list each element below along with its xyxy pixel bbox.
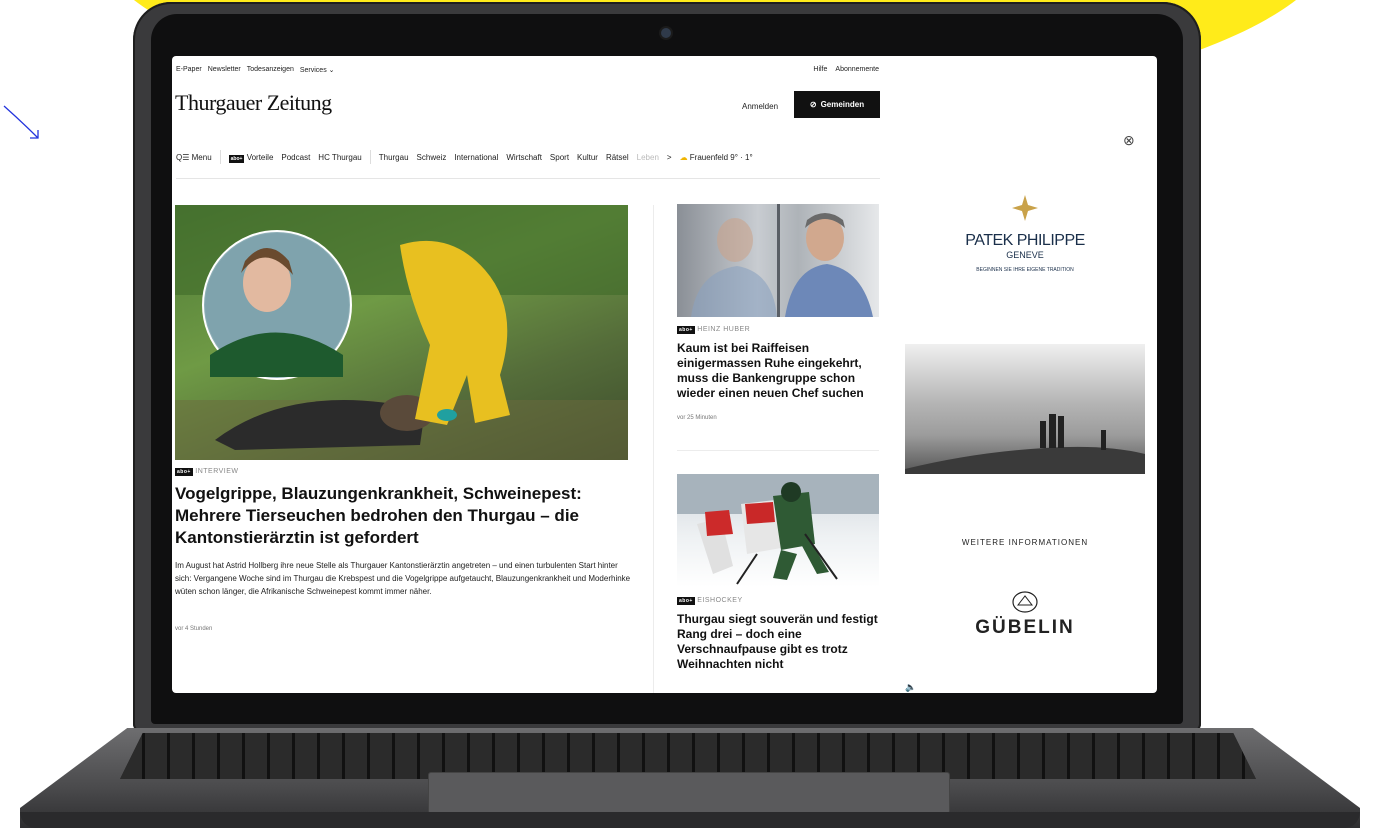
top-links: E-Paper Newsletter Todesanzeigen Service… [176, 66, 335, 74]
link-newsletter[interactable]: Newsletter [208, 66, 241, 74]
ad-brand-city: GENEVE [1006, 250, 1044, 260]
arrow-icon [3, 105, 39, 139]
hero-lead: Im August hat Astrid Hollberg ihre neue … [175, 561, 631, 596]
ad-retailer-name: GÜBELIN [975, 617, 1075, 638]
login-link[interactable]: Anmelden [742, 102, 778, 111]
compass-icon: ⊘ [809, 100, 817, 109]
guebelin-emblem-icon [1012, 591, 1038, 613]
nav-item-leben[interactable]: Leben [637, 153, 659, 162]
nav-item-podcast[interactable]: Podcast [281, 153, 310, 162]
column-divider [653, 205, 654, 693]
browser-screen: E-Paper Newsletter Todesanzeigen Service… [172, 56, 1157, 693]
nav-separator [219, 150, 221, 164]
chevron-down-icon: ⌄ [328, 67, 335, 74]
ad-claim: BEGINNEN SIE IHRE EIGENE TRADITION [976, 267, 1074, 273]
nav-item-sport[interactable]: Sport [550, 153, 569, 162]
hero-category: abo+ INTERVIEW [175, 468, 239, 476]
link-abonnemente[interactable]: Abonnemente [835, 66, 879, 73]
article-image-raiffeisen[interactable] [677, 204, 879, 317]
article-headline-eishockey[interactable]: Thurgau siegt souverän und festigt Rang … [677, 612, 882, 672]
nav-item-kultur[interactable]: Kultur [577, 153, 598, 162]
nav-item-vorteile[interactable]: abo+ Vorteile [228, 153, 273, 163]
join-button-label: Gemeinden [820, 100, 865, 109]
hero-timestamp: vor 4 Stunden [175, 626, 213, 632]
abo-badge: abo+ [677, 326, 695, 334]
article-headline-raiffeisen[interactable]: Kaum ist bei Raiffeisen einigermassen Ru… [677, 341, 882, 401]
speaker-mute-icon[interactable]: 🔈 [905, 682, 916, 693]
nav-separator [369, 150, 371, 164]
site-logo[interactable]: Thurgauer Zeitung [175, 90, 332, 116]
nav-divider [176, 178, 880, 179]
link-services[interactable]: Services ⌄ [300, 66, 335, 74]
link-todesanzeigen[interactable]: Todesanzeigen [247, 66, 294, 74]
abo-badge: abo+ [677, 597, 695, 605]
nav-item-raetsel[interactable]: Rätsel [606, 153, 629, 162]
nav-item-thurgau[interactable]: Thurgau [379, 153, 409, 162]
main-navigation: Q☰ Menu abo+ Vorteile Podcast HC Thurgau… [176, 144, 880, 170]
abo-badge: abo+ [228, 154, 245, 163]
article-category: abo+ EISHOCKEY [677, 597, 743, 605]
chevron-right-icon[interactable]: > [667, 153, 672, 162]
nav-item-international[interactable]: International [454, 153, 498, 162]
nav-item-schweiz[interactable]: Schweiz [417, 153, 447, 162]
webcam-icon [661, 28, 671, 38]
laptop-base-edge [20, 812, 1360, 828]
article-image-eishockey[interactable] [677, 474, 879, 587]
trackpad [428, 772, 950, 814]
menu-button[interactable]: Q☰ Menu [176, 153, 212, 162]
close-ad-icon[interactable]: ⊗ [1123, 132, 1135, 149]
abo-badge: abo+ [175, 468, 193, 476]
nav-item-hc-thurgau[interactable]: HC Thurgau [318, 153, 361, 162]
join-button[interactable]: ⊘ Gemeinden [794, 91, 880, 118]
nav-item-wirtschaft[interactable]: Wirtschaft [506, 153, 542, 162]
link-hilfe[interactable]: Hilfe [813, 66, 827, 73]
sun-cloud-icon: ☁ [679, 152, 688, 162]
advertisement[interactable]: PATEK PHILIPPE GENEVE BEGINNEN SIE IHRE … [905, 176, 1145, 693]
article-divider [677, 450, 879, 451]
hero-image[interactable] [175, 205, 628, 460]
link-epaper[interactable]: E-Paper [176, 66, 202, 74]
ad-photo [905, 344, 1145, 474]
top-right-links: Hilfe Abonnemente [813, 66, 879, 73]
hamburger-icon: ☰ [182, 152, 190, 162]
ad-more-info-link[interactable]: WEITERE INFORMATIONEN [905, 538, 1145, 547]
calatrava-cross-icon [1012, 195, 1038, 221]
article-category: abo+ HEINZ HUBER [677, 326, 751, 334]
hero-headline[interactable]: Vogelgrippe, Blauzungenkrankheit, Schwei… [175, 483, 635, 549]
ad-brand-name: PATEK PHILIPPE [965, 232, 1085, 249]
weather-widget[interactable]: ☁ Frauenfeld 9° · 1° [680, 153, 753, 162]
article-timestamp: vor 25 Minuten [677, 415, 717, 421]
